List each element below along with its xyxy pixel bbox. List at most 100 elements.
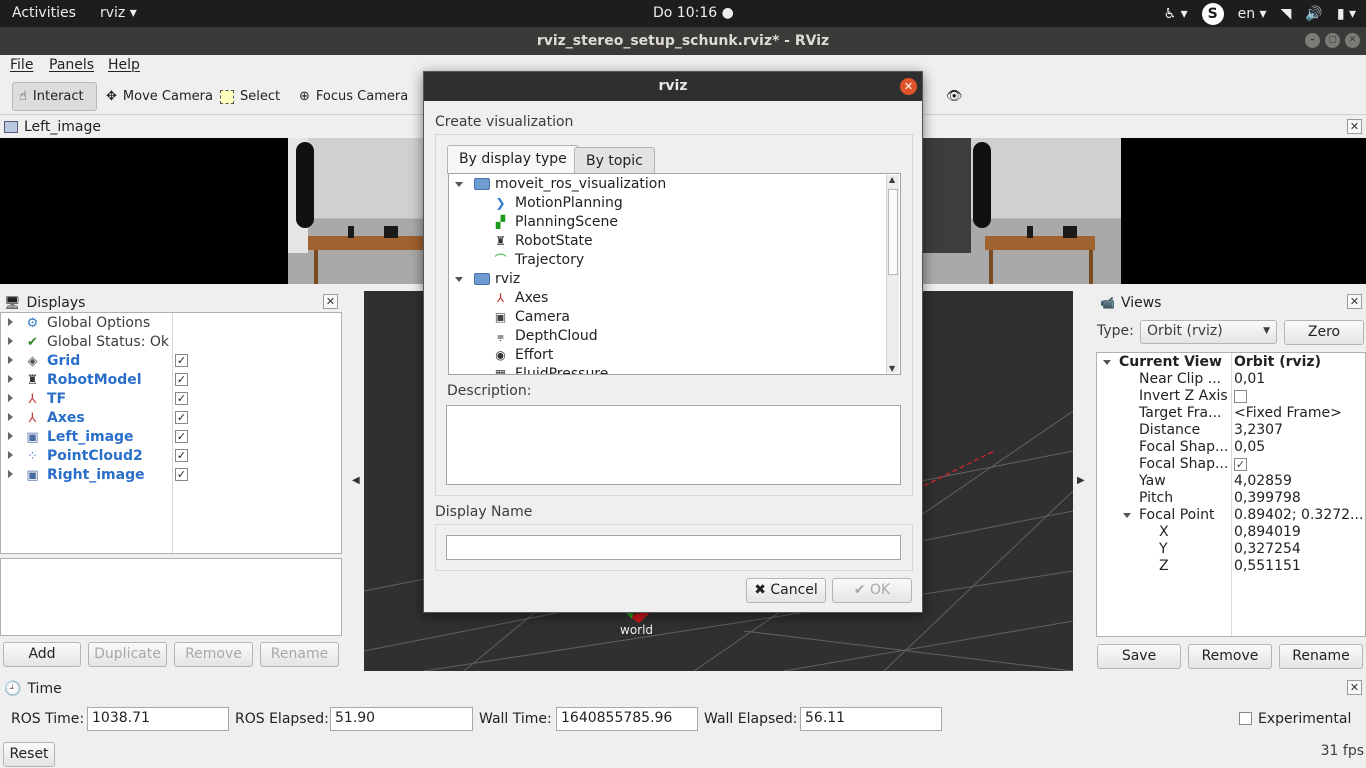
expand-arrow-icon[interactable] [8, 337, 13, 345]
view-property-value[interactable]: 0.89402; 0.3272... [1234, 507, 1363, 524]
display-enabled-checkbox[interactable]: ✓ [175, 468, 188, 481]
battery-icon[interactable]: ▮ ▾ [1337, 6, 1356, 22]
expand-arrow-icon[interactable] [8, 318, 13, 326]
experimental-checkbox[interactable] [1239, 712, 1252, 725]
view-type-select[interactable]: Orbit (rviz) ▼ [1140, 320, 1277, 344]
tab-by-topic[interactable]: By topic [574, 147, 655, 174]
expand-arrow-icon[interactable] [1123, 513, 1131, 518]
view-property-value[interactable]: 0,399798 [1234, 490, 1301, 507]
tree-item[interactable]: ⩦ DepthCloud [449, 327, 887, 346]
duplicate-display-button[interactable]: Duplicate [88, 642, 167, 667]
view-property-value[interactable]: 0,551151 [1234, 558, 1301, 575]
skype-icon[interactable]: S [1201, 3, 1224, 25]
rename-display-button[interactable]: Rename [260, 642, 339, 667]
view-property-value[interactable]: 0,894019 [1234, 524, 1301, 541]
tree-item[interactable]: ▞ PlanningScene [449, 213, 887, 232]
dialog-close-icon[interactable]: ✕ [900, 78, 917, 95]
wall-elapsed-field[interactable]: 56.11 [800, 707, 942, 731]
close-left-image-button[interactable]: ✕ [1347, 119, 1362, 134]
volume-icon[interactable]: 🔊 [1305, 6, 1322, 22]
view-property-checkbox[interactable]: ✓ [1234, 458, 1247, 471]
close-views-button[interactable]: ✕ [1347, 294, 1362, 309]
tree-item[interactable]: ◉ Effort [449, 346, 887, 365]
display-enabled-checkbox[interactable]: ✓ [175, 430, 188, 443]
display-item[interactable]: ⚙ Global Options [1, 314, 341, 333]
select-tool[interactable]: Select [214, 82, 286, 111]
zero-view-button[interactable]: Zero [1284, 320, 1364, 345]
tree-folder[interactable]: moveit_ros_visualization [449, 175, 887, 194]
expand-arrow-icon[interactable] [455, 182, 463, 187]
collapse-right-icon[interactable]: ▶ [1077, 475, 1085, 486]
close-time-button[interactable]: ✕ [1347, 680, 1362, 695]
tree-item[interactable]: ⅄ Axes [449, 289, 887, 308]
expand-arrow-icon[interactable] [8, 470, 13, 478]
remove-display-button[interactable]: Remove [174, 642, 253, 667]
tree-item[interactable]: ▣ Camera [449, 308, 887, 327]
view-property-value[interactable]: 0,01 [1234, 371, 1265, 388]
display-item[interactable]: ◈ Grid ✓ [1, 352, 341, 371]
view-property-checkbox[interactable] [1234, 390, 1247, 403]
ros-time-field[interactable]: 1038.71 [87, 707, 229, 731]
display-enabled-checkbox[interactable]: ✓ [175, 449, 188, 462]
expand-arrow-icon[interactable] [8, 451, 13, 459]
display-item[interactable]: ⁘ PointCloud2 ✓ [1, 447, 341, 466]
tree-folder[interactable]: rviz [449, 270, 887, 289]
display-enabled-checkbox[interactable]: ✓ [175, 411, 188, 424]
view-property-value[interactable]: 0,327254 [1234, 541, 1301, 558]
view-property-value[interactable]: 0,05 [1234, 439, 1265, 456]
language-selector[interactable]: en ▾ [1238, 6, 1267, 22]
close-icon[interactable]: ✕ [1345, 33, 1360, 48]
cancel-button[interactable]: ✖ Cancel [746, 578, 826, 603]
app-menu[interactable]: rviz ▾ [100, 5, 137, 21]
tree-item[interactable]: ♜ RobotState [449, 232, 887, 251]
move-camera-tool[interactable]: ✥ Move Camera [100, 82, 219, 111]
tree-item[interactable]: ▦ FluidPressure [449, 365, 887, 374]
minimize-icon[interactable]: – [1305, 33, 1320, 48]
scroll-down-icon[interactable]: ▼ [889, 364, 895, 373]
menu-file[interactable]: File [10, 57, 33, 73]
display-enabled-checkbox[interactable]: ✓ [175, 392, 188, 405]
view-property-value[interactable]: 3,2307 [1234, 422, 1283, 439]
display-item[interactable]: ▣ Left_image ✓ [1, 428, 341, 447]
network-icon[interactable]: ◥ [1281, 6, 1292, 22]
save-view-button[interactable]: Save [1097, 644, 1181, 669]
display-enabled-checkbox[interactable]: ✓ [175, 354, 188, 367]
add-display-button[interactable]: Add [3, 642, 81, 667]
tree-scrollbar[interactable]: ▲ ▼ [886, 175, 899, 373]
accessibility-icon[interactable]: ♿ ▾ [1164, 6, 1188, 22]
expand-arrow-icon[interactable] [455, 277, 463, 282]
menu-panels[interactable]: Panels [49, 57, 94, 73]
wall-time-field[interactable]: 1640855785.96 [556, 707, 698, 731]
scroll-thumb[interactable] [888, 189, 898, 275]
display-item[interactable]: ⅄ Axes ✓ [1, 409, 341, 428]
display-item[interactable]: ✔ Global Status: Ok [1, 333, 341, 352]
display-item[interactable]: ♜ RobotModel ✓ [1, 371, 341, 390]
expand-arrow-icon[interactable] [8, 394, 13, 402]
interact-tool[interactable]: ☝ Interact [12, 82, 97, 111]
remove-view-button[interactable]: Remove [1188, 644, 1272, 669]
display-name-input[interactable] [446, 535, 901, 560]
expand-arrow-icon[interactable] [8, 356, 13, 364]
view-property-value[interactable]: Orbit (rviz) [1234, 354, 1321, 371]
clock[interactable]: Do 10:16 ● [653, 5, 734, 21]
close-displays-button[interactable]: ✕ [323, 294, 338, 309]
display-item[interactable]: ⅄ TF ✓ [1, 390, 341, 409]
rename-view-button[interactable]: Rename [1279, 644, 1363, 669]
scroll-up-icon[interactable]: ▲ [889, 175, 895, 184]
maximize-icon[interactable]: ▢ [1325, 33, 1340, 48]
collapse-left-icon[interactable]: ◀ [352, 475, 360, 486]
view-property-value[interactable]: 4,02859 [1234, 473, 1292, 490]
expand-arrow-icon[interactable] [8, 413, 13, 421]
visibility-tool[interactable]: 👁 [940, 82, 969, 111]
tab-by-display-type[interactable]: By display type [447, 145, 579, 174]
expand-arrow-icon[interactable] [8, 375, 13, 383]
ok-button[interactable]: ✔ OK [832, 578, 912, 603]
view-property-value[interactable]: <Fixed Frame> [1234, 405, 1342, 422]
menu-help[interactable]: Help [108, 57, 140, 73]
ros-elapsed-field[interactable]: 51.90 [330, 707, 473, 731]
tree-item[interactable]: ❯ MotionPlanning [449, 194, 887, 213]
expand-arrow-icon[interactable] [8, 432, 13, 440]
activities-button[interactable]: Activities [12, 5, 76, 21]
reset-time-button[interactable]: Reset [3, 742, 55, 767]
tree-item[interactable]: ⌒ Trajectory [449, 251, 887, 270]
